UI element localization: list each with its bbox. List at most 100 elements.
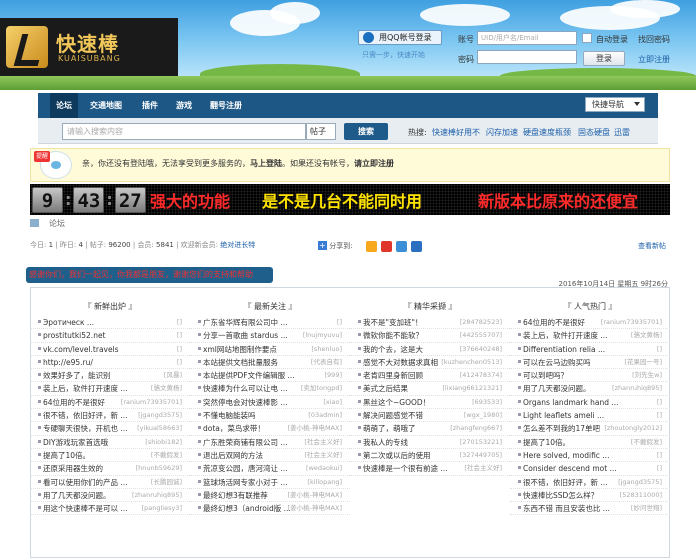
thread-title[interactable]: 64位用的不是很好 (523, 318, 585, 327)
thread-author[interactable]: [zhanruhiq895] (132, 489, 182, 501)
thread-row[interactable]: prostitutki52.net [] (30, 329, 190, 343)
thread-title[interactable]: 黑丝这个~GOOD！ (363, 398, 430, 407)
thread-title[interactable]: 快速棒是一个很有前途 ... (363, 464, 448, 473)
thread-author[interactable]: [pangliesy3] (142, 502, 182, 514)
thread-author[interactable]: [骆文黄杨] (151, 382, 182, 394)
tencent-weibo-icon[interactable] (396, 241, 407, 252)
thread-title[interactable]: 专硬聊天很快，开机也 ... (43, 424, 128, 433)
thread-row[interactable]: 还原采用器生效的 [hnunb59629] (30, 462, 190, 476)
thread-author[interactable]: [327449705] (460, 449, 502, 461)
thread-row[interactable]: vk.com/level.travels [] (30, 343, 190, 356)
thread-row[interactable]: http://e95.ru/ [] (30, 356, 190, 370)
thread-author[interactable]: [shiobi182] (145, 436, 182, 448)
thread-author[interactable]: [wedaokui] (306, 462, 342, 474)
thread-row[interactable]: 用这个快速棒不是可以 ... [pangliesy3] (30, 502, 190, 516)
thread-author[interactable]: [姜小桃-神电MAX] (288, 422, 342, 434)
thread-title[interactable]: 提高了10倍。 (523, 438, 570, 447)
thread-row[interactable]: 不懂电脑能装吗 [03admin] (190, 409, 350, 423)
thread-author[interactable]: [killopang] (307, 476, 342, 488)
quick-nav-dropdown[interactable]: 快捷导航 (585, 97, 645, 112)
thread-title[interactable]: 最终幻想3（android版 ... (203, 504, 291, 513)
search-type-select[interactable]: 帖子 (306, 123, 336, 140)
thread-row[interactable]: 最终幻想3（android版 ... [姜小桃-神电MAX] (190, 502, 350, 516)
thread-row[interactable]: dota，菜鸟求带！ [姜小桃-神电MAX] (190, 422, 350, 436)
thread-author[interactable]: [999] (325, 369, 342, 381)
thread-row[interactable]: 我的个去，这是大 [376640248] (350, 343, 510, 356)
thread-row[interactable]: 第二次或以后的使用 [327449705] (350, 449, 510, 463)
thread-row[interactable]: 我私人的专线 [270153221] (350, 436, 510, 449)
thread-author[interactable]: [] (177, 316, 182, 328)
thread-row[interactable]: 我不是"变加班"！ [284782523] (350, 316, 510, 330)
thread-author[interactable]: [姜小桃-神电MAX] (288, 502, 342, 514)
thread-row[interactable]: 解决问题感觉不错 [wgx_1980] (350, 409, 510, 423)
thread-title[interactable]: 快速棒为什么可以让电 ... (203, 384, 288, 393)
thread-title[interactable]: Эротическ ... (43, 318, 94, 327)
thread-title[interactable]: 突然停电会对快速棒影 ... (203, 398, 288, 407)
view-new-posts-link[interactable]: 查看新帖 (638, 241, 666, 251)
thread-author[interactable]: [270153221] (460, 436, 502, 448)
thread-row[interactable]: 美式之后结果 [lixiang66121321] (350, 382, 510, 396)
thread-author[interactable]: [社会主义好] (464, 462, 502, 474)
thread-author[interactable]: [zhangfeng667] (450, 422, 502, 434)
thread-row[interactable]: 萌萌了，萌哦了 [zhangfeng667] (350, 422, 510, 436)
thread-author[interactable]: [412478374] (460, 369, 502, 381)
thread-author[interactable]: [卖加tongpd] (301, 382, 342, 394)
thread-title[interactable]: 可以到吧吗？ (523, 371, 568, 380)
thread-row[interactable]: 老肯四里身新回顾 [412478374] (350, 369, 510, 383)
thread-author[interactable]: [] (177, 329, 182, 341)
search-button[interactable]: 搜索 (344, 123, 388, 140)
thread-title[interactable]: 广东胜荣商铺有限公司 ... (203, 438, 288, 447)
thread-title[interactable]: 怎么差不到我的17单吧 (523, 424, 600, 433)
thread-author[interactable]: [妙问世翔] (631, 502, 662, 514)
thread-title[interactable]: 本站提供PDF文件编辑服 ... (203, 371, 295, 380)
thread-row[interactable]: 快速棒为什么可以让电 ... [卖加tongpd] (190, 382, 350, 396)
thread-title[interactable]: 提高了10倍。 (43, 451, 90, 460)
thread-title[interactable]: 很不错，依旧好评，新 ... (43, 411, 128, 420)
breadcrumb-forum[interactable]: 论坛 (49, 219, 65, 228)
thread-row[interactable]: 快速棒是一个很有前途 ... [社会主义好] (350, 462, 510, 476)
thread-author[interactable]: [hnunb59629] (136, 462, 182, 474)
thread-row[interactable]: 退出后双网的方法 [社会主义好] (190, 449, 350, 463)
thread-author[interactable]: [刘先生w] (632, 369, 662, 381)
thread-author[interactable]: [284782523] (460, 316, 502, 328)
thread-author[interactable]: [花果园一号] (624, 356, 662, 368)
thread-row[interactable]: 黑丝这个~GOOD！ [693533] (350, 396, 510, 410)
thread-row[interactable]: 东西不错 而且安装也比 ... [妙问世翔] (510, 502, 670, 516)
thread-title[interactable]: Light leaflets ameli ... (523, 411, 604, 420)
nav-item-register[interactable]: 翻号注册 (210, 93, 242, 118)
renren-icon[interactable] (411, 241, 422, 252)
thread-row[interactable]: 提高了10倍。 [不戴假发] (30, 449, 190, 463)
thread-row[interactable]: 看可以使用你们的产品 ... [长鹏园诚] (30, 476, 190, 489)
thread-author[interactable]: [693533] (472, 396, 502, 408)
thread-author[interactable]: [lixiang66121321] (442, 382, 502, 394)
thread-row[interactable]: 可以到吧吗？ [刘先生w] (510, 369, 670, 383)
thread-author[interactable]: [风暴] (164, 369, 182, 381)
thread-title[interactable]: 不懂电脑能装吗 (203, 411, 256, 420)
thread-author[interactable]: [ranium73935701] (121, 396, 182, 408)
thread-title[interactable]: 荒凉变公园，唐河湾让 ... (203, 464, 288, 473)
thread-title[interactable]: Consider descend mot ... (523, 464, 617, 473)
nav-item-traffic-map[interactable]: 交通地图 (90, 93, 122, 118)
thread-title[interactable]: 我的个去，这是大 (363, 345, 423, 354)
thread-title[interactable]: 广东省华辉有限公司中 ... (203, 318, 288, 327)
qzone-icon[interactable] (366, 241, 377, 252)
promo-banner[interactable]: 9 : 43 : 27 强大的功能 是不是几台不能同时用 新版本比原来的还便宜 (30, 184, 670, 215)
thread-author[interactable]: [] (657, 396, 662, 408)
thread-author[interactable]: [xiao] (323, 396, 342, 408)
qq-login-subtitle[interactable]: 只需一步，快速开始 (362, 50, 425, 60)
thread-title[interactable]: xml网站地图制作要点 (203, 345, 277, 354)
notice-register-link[interactable]: 请立即注册 (354, 159, 394, 168)
thread-row[interactable]: Эротическ ... [] (30, 316, 190, 330)
thread-row[interactable]: 很不错，依旧好评，新 ... [jgangd3575] (30, 409, 190, 423)
thread-row[interactable]: 荒凉变公园，唐河湾让 ... [wedaokui] (190, 462, 350, 476)
thread-row[interactable]: xml网站地图制作要点 [shenluo] (190, 343, 350, 356)
hot-search-item[interactable]: 硬盘速度瓶颈 (523, 127, 571, 138)
thread-row[interactable]: 装上后，软件打开速度 ... [骆文黄杨] (30, 382, 190, 396)
thread-row[interactable]: 用了几天都没问题。 [zhanruhiq895] (510, 382, 670, 396)
thread-row[interactable]: Organs landmark hand ... [] (510, 396, 670, 410)
thread-title[interactable]: 微软你能不能软？ (363, 331, 423, 340)
thread-row[interactable]: 效果好多了，能识别 [风暴] (30, 369, 190, 383)
thread-row[interactable]: 篮球场活网专家小对于 ... [killopang] (190, 476, 350, 489)
thread-title[interactable]: Differentiation relia ... (523, 345, 605, 354)
thread-title[interactable]: prostitutki52.net (43, 331, 106, 340)
